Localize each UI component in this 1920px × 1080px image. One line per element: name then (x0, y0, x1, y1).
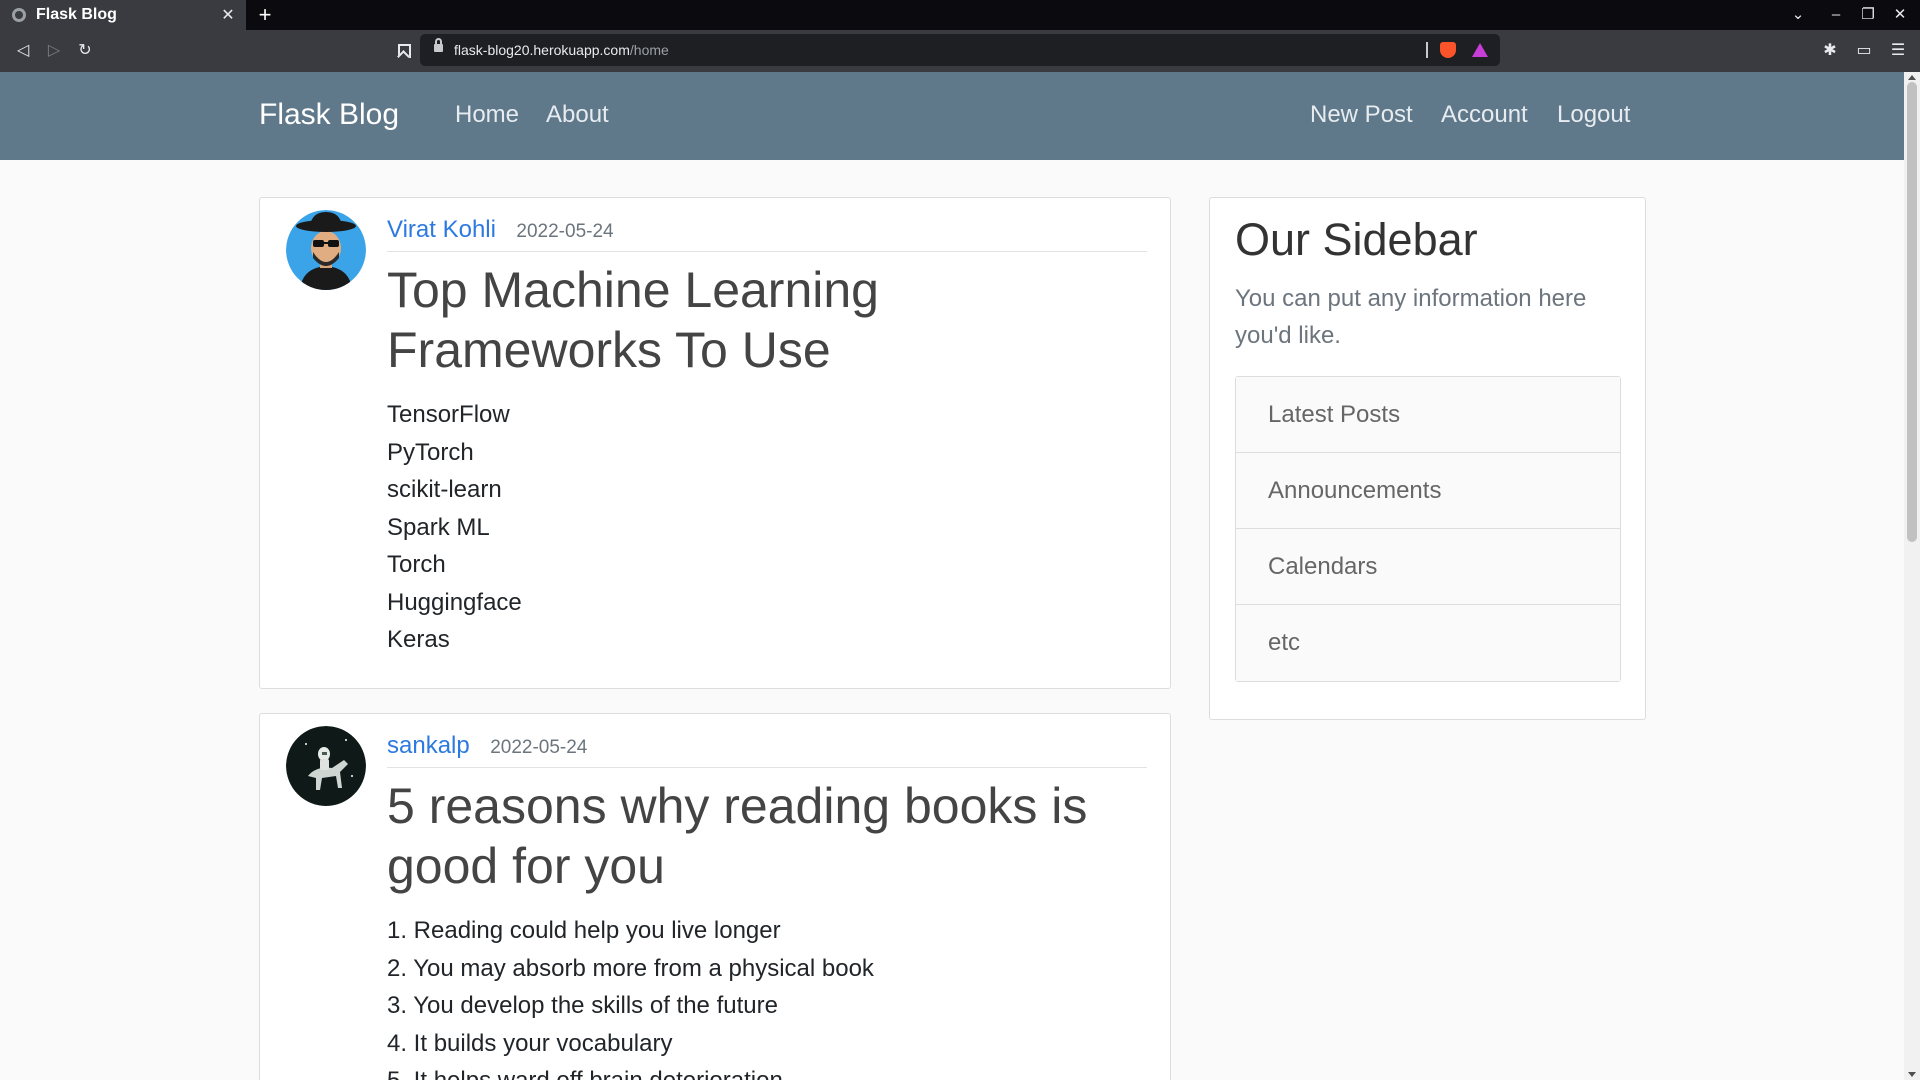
post-date: 2022-05-24 (516, 221, 614, 242)
brave-rewards-icon[interactable] (1472, 43, 1488, 57)
reload-icon[interactable]: ↻ (70, 36, 100, 66)
sidebar-item-announcements[interactable]: Announcements (1236, 453, 1620, 529)
wallet-icon[interactable]: ▭ (1849, 36, 1879, 66)
post-body: Virat Kohli 2022-05-24 Top Machine Learn… (387, 216, 1147, 659)
maximize-icon[interactable]: ❐ (1852, 0, 1884, 30)
url-path: /home (629, 42, 669, 58)
sidebar: Our Sidebar You can put any information … (1209, 197, 1646, 720)
post-author-link[interactable]: sankalp (387, 732, 470, 759)
extensions-icon[interactable]: ✱ (1815, 36, 1845, 66)
back-icon[interactable]: ◁ (8, 36, 38, 66)
sidebar-description: You can put any information here you'd l… (1235, 285, 1587, 349)
post-card: sankalp 2022-05-24 5 reasons why reading… (259, 713, 1171, 1080)
nav-new-post-link[interactable]: New Post (1310, 101, 1413, 129)
globe-icon (12, 8, 26, 22)
scroll-down-icon[interactable] (1908, 1072, 1916, 1077)
tab-list-chevron-icon[interactable]: ⌄ (1782, 0, 1814, 30)
scroll-up-icon[interactable] (1908, 75, 1916, 80)
post-content-line: Huggingface (387, 588, 522, 616)
post-content-line: TensorFlow (387, 401, 510, 428)
sidebar-list: Latest Posts Announcements Calendars etc (1235, 376, 1621, 682)
post-meta: sankalp 2022-05-24 (387, 732, 1147, 768)
post-date: 2022-05-24 (490, 737, 588, 758)
sidebar-title: Our Sidebar (1235, 214, 1478, 265)
menu-icon[interactable]: ☰ (1883, 36, 1913, 66)
page-viewport: Flask Blog Home About New Post Account L… (0, 72, 1904, 1080)
browser-tab[interactable]: Flask Blog ✕ (0, 0, 246, 30)
window-close-icon[interactable]: ✕ (1884, 0, 1916, 30)
post-content-line: 1. Reading could help you live longer (387, 917, 781, 944)
author-avatar (286, 210, 366, 290)
post-content-line: 3. You develop the skills of the future (387, 992, 778, 1019)
post-content-line: scikit-learn (387, 476, 502, 503)
sidebar-item-calendars[interactable]: Calendars (1236, 529, 1620, 605)
post-content: TensorFlow PyTorch scikit-learn Spark ML… (387, 396, 1147, 659)
post-content-line: 4. It builds your vocabulary (387, 1029, 673, 1057)
post-content-line: 5. It helps ward off brain deterioration (387, 1062, 1147, 1080)
nav-logout-link[interactable]: Logout (1557, 101, 1630, 129)
forward-icon[interactable]: ▷ (39, 36, 69, 66)
url-divider (1426, 42, 1428, 58)
sidebar-item-etc[interactable]: etc (1236, 605, 1620, 681)
post-title-link[interactable]: 5 reasons why reading books is good for … (387, 776, 1147, 896)
sidebar-item-latest-posts[interactable]: Latest Posts (1236, 377, 1620, 453)
close-tab-icon[interactable]: ✕ (216, 5, 240, 25)
post-content-line: Torch (387, 551, 446, 578)
post-title-link[interactable]: Top Machine Learning Frameworks To Use (387, 260, 1147, 380)
scrollbar-thumb[interactable] (1907, 82, 1917, 542)
post-content-line: PyTorch (387, 438, 474, 466)
bookmark-icon[interactable] (388, 36, 418, 66)
site-navbar: Flask Blog Home About New Post Account L… (0, 72, 1904, 160)
post-content-line: Keras (387, 626, 450, 653)
tab-title: Flask Blog (36, 6, 117, 23)
page-scrollbar[interactable] (1904, 72, 1920, 1080)
browser-tab-bar: Flask Blog ✕ + ⌄ – ❐ ✕ (0, 0, 1920, 30)
nav-home-link[interactable]: Home (455, 101, 519, 129)
post-content-line: 2. You may absorb more from a physical b… (387, 954, 874, 982)
brand-link[interactable]: Flask Blog (259, 98, 399, 132)
post-card: Virat Kohli 2022-05-24 Top Machine Learn… (259, 197, 1171, 689)
address-bar[interactable]: flask-blog20.herokuapp.com/home (420, 34, 1500, 66)
nav-account-link[interactable]: Account (1441, 101, 1528, 129)
url-domain: flask-blog20.herokuapp.com (454, 42, 630, 58)
lock-icon (434, 38, 443, 52)
minimize-icon[interactable]: – (1820, 0, 1852, 30)
author-avatar (286, 726, 366, 806)
post-content-line: Spark ML (387, 513, 490, 541)
post-body: sankalp 2022-05-24 5 reasons why reading… (387, 732, 1147, 1080)
post-content: 1. Reading could help you live longer 2.… (387, 912, 1147, 1080)
url-text[interactable]: flask-blog20.herokuapp.com/home (454, 42, 669, 58)
browser-toolbar: ◁ ▷ ↻ flask-blog20.herokuapp.com/home ✱ … (0, 30, 1920, 72)
avatar-astronaut-horse-image (286, 726, 366, 806)
brave-shield-icon[interactable] (1440, 42, 1456, 58)
nav-about-link[interactable]: About (546, 101, 609, 129)
avatar-cartoon-image (286, 210, 366, 290)
new-tab-button[interactable]: + (252, 2, 278, 28)
post-meta: Virat Kohli 2022-05-24 (387, 216, 1147, 252)
post-author-link[interactable]: Virat Kohli (387, 216, 496, 243)
